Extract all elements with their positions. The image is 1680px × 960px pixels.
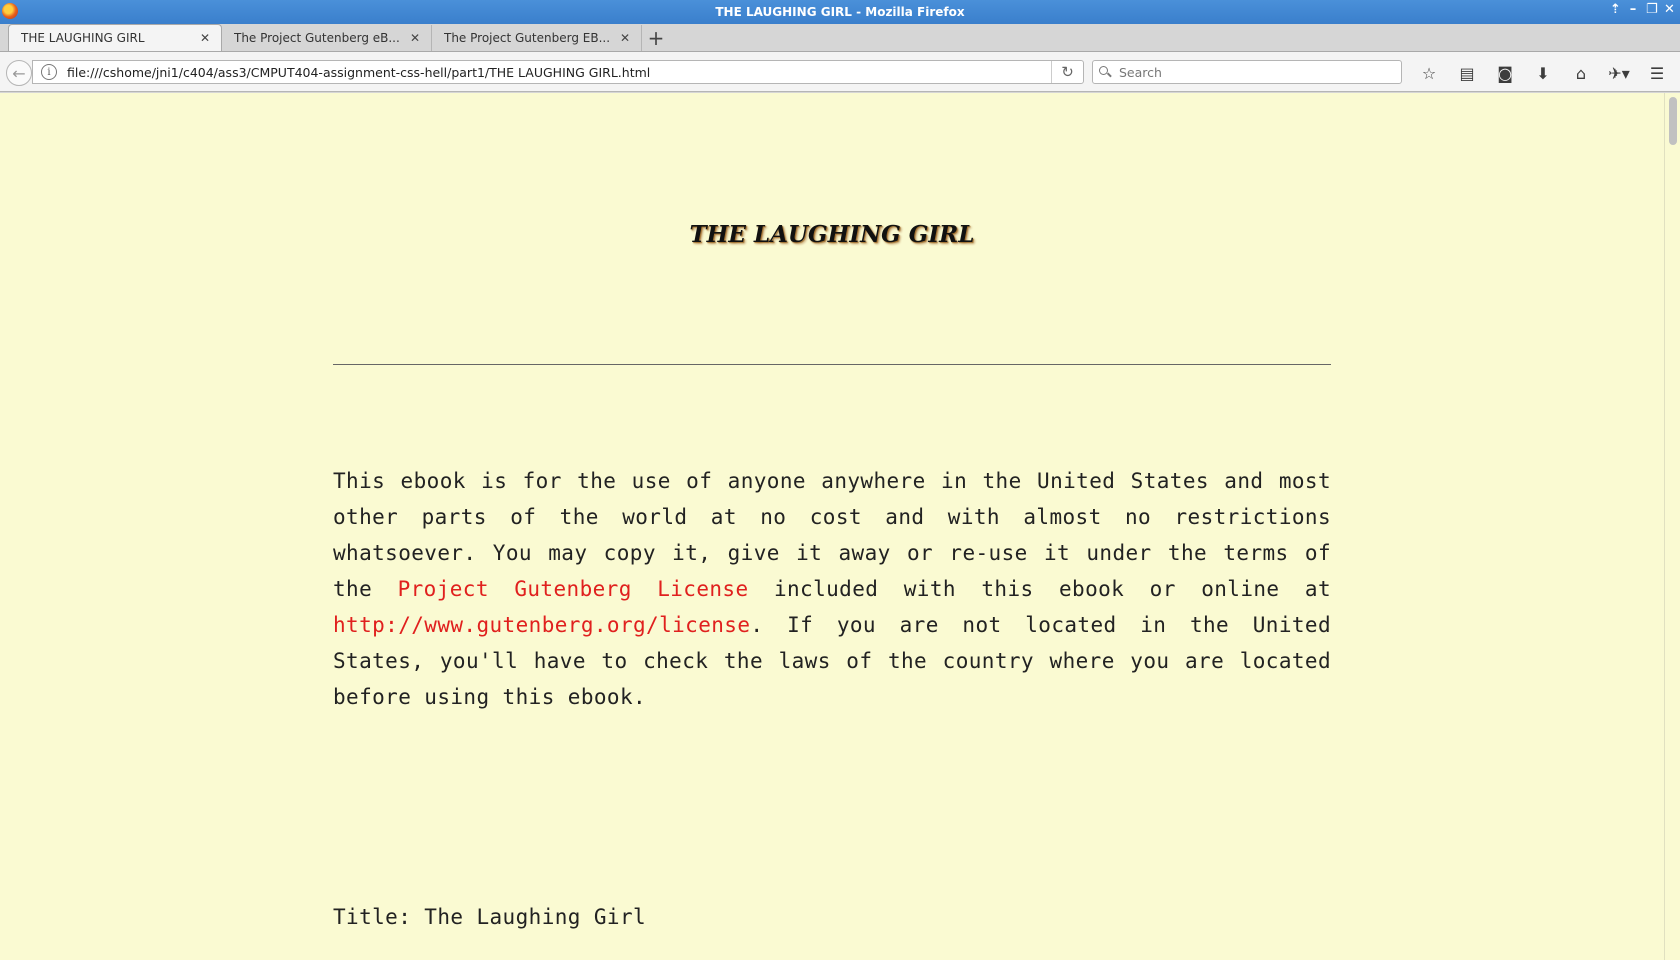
back-arrow-icon[interactable]: ← — [6, 60, 32, 86]
paragraph-text: included with this ebook or online at — [748, 577, 1332, 601]
url-bar[interactable]: i file:///cshome/jni1/c404/ass3/CMPUT404… — [32, 60, 1084, 84]
license-link[interactable]: Project Gutenberg License — [398, 577, 749, 601]
reader-list-icon[interactable]: ▤ — [1448, 60, 1486, 86]
tab-gutenberg-2[interactable]: The Project Gutenberg EB... ✕ — [432, 25, 642, 51]
tab-close-icon[interactable]: ✕ — [619, 31, 631, 45]
menu-hamburger-icon[interactable]: ☰ — [1638, 60, 1676, 86]
url-text[interactable]: file:///cshome/jni1/c404/ass3/CMPUT404-a… — [67, 65, 1051, 80]
vertical-scrollbar[interactable] — [1664, 93, 1680, 960]
firefox-logo-icon — [2, 3, 18, 19]
horizontal-rule — [333, 364, 1331, 365]
close-icon[interactable]: ✕ — [1664, 2, 1675, 17]
extension-icon[interactable]: ✈▾ — [1600, 60, 1638, 86]
tab-label: THE LAUGHING GIRL — [21, 31, 145, 45]
home-icon[interactable]: ⌂ — [1562, 60, 1600, 86]
tab-label: The Project Gutenberg EB... — [444, 31, 611, 45]
page-viewport: THE LAUGHING GIRL This ebook is for the … — [0, 93, 1664, 960]
window-titlebar: THE LAUGHING GIRL - Mozilla Firefox ⇡ – … — [0, 0, 1680, 24]
tab-close-icon[interactable]: ✕ — [409, 31, 421, 45]
pocket-icon[interactable]: ◙ — [1486, 60, 1524, 86]
tab-gutenberg-1[interactable]: The Project Gutenberg eB... ✕ — [222, 25, 432, 51]
search-icon — [1099, 66, 1111, 78]
license-paragraph: This ebook is for the use of anyone anyw… — [333, 463, 1331, 715]
arrow-up-icon[interactable]: ⇡ — [1610, 2, 1621, 17]
title-line: Title: The Laughing Girl — [333, 905, 647, 929]
new-tab-plus-icon[interactable]: + — [642, 25, 670, 51]
site-info-icon[interactable]: i — [41, 64, 57, 80]
scrollbar-thumb[interactable] — [1669, 97, 1677, 145]
window-title: THE LAUGHING GIRL - Mozilla Firefox — [715, 5, 965, 19]
toolbar-icons: ☆ ▤ ◙ ⬇ ⌂ ✈▾ ☰ — [1410, 60, 1676, 86]
search-placeholder: Search — [1119, 64, 1162, 80]
license-url-link[interactable]: http://www.gutenberg.org/license — [333, 613, 750, 637]
bookmark-star-icon[interactable]: ☆ — [1410, 60, 1448, 86]
tab-label: The Project Gutenberg eB... — [234, 31, 400, 45]
window-controls: ⇡ – ❐ ✕ — [1610, 2, 1675, 17]
search-input[interactable]: Search — [1092, 60, 1402, 84]
reload-icon[interactable]: ↻ — [1051, 61, 1083, 83]
tab-laughing-girl[interactable]: THE LAUGHING GIRL ✕ — [8, 24, 222, 51]
tab-strip: THE LAUGHING GIRL ✕ The Project Gutenber… — [0, 24, 1680, 52]
tab-close-icon[interactable]: ✕ — [199, 31, 211, 45]
download-icon[interactable]: ⬇ — [1524, 60, 1562, 86]
navigation-toolbar: ← i file:///cshome/jni1/c404/ass3/CMPUT4… — [0, 52, 1680, 92]
minimize-icon[interactable]: – — [1628, 2, 1638, 17]
page-heading: THE LAUGHING GIRL — [689, 221, 975, 248]
restore-icon[interactable]: ❐ — [1646, 2, 1658, 17]
